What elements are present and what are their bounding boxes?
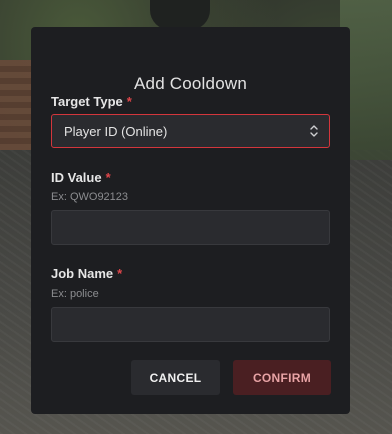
- job-name-label: Job Name *: [51, 266, 122, 281]
- job-name-input[interactable]: [51, 307, 330, 342]
- job-name-label-text: Job Name: [51, 266, 114, 281]
- add-cooldown-modal: Add Cooldown Target Type * Player ID (Onl…: [31, 27, 350, 414]
- background-figure: [150, 0, 210, 30]
- target-type-selected-value: Player ID (Online): [64, 124, 168, 139]
- modal-title: Add Cooldown: [134, 74, 247, 93]
- id-value-label: ID Value *: [51, 170, 111, 185]
- cancel-button[interactable]: CANCEL: [131, 360, 220, 395]
- target-type-select[interactable]: Player ID (Online): [51, 114, 330, 148]
- required-marker: *: [117, 266, 123, 281]
- required-marker: *: [126, 94, 132, 109]
- id-value-hint: Ex: QWO92123: [51, 191, 129, 203]
- id-value-input[interactable]: [51, 210, 330, 245]
- target-type-label-text: Target Type: [51, 94, 123, 109]
- job-name-hint: Ex: police: [51, 288, 99, 300]
- chevron-up-down-icon: [310, 125, 318, 137]
- required-marker: *: [105, 170, 111, 185]
- id-value-label-text: ID Value: [51, 170, 102, 185]
- target-type-label: Target Type *: [51, 94, 132, 109]
- confirm-button[interactable]: CONFIRM: [233, 360, 331, 395]
